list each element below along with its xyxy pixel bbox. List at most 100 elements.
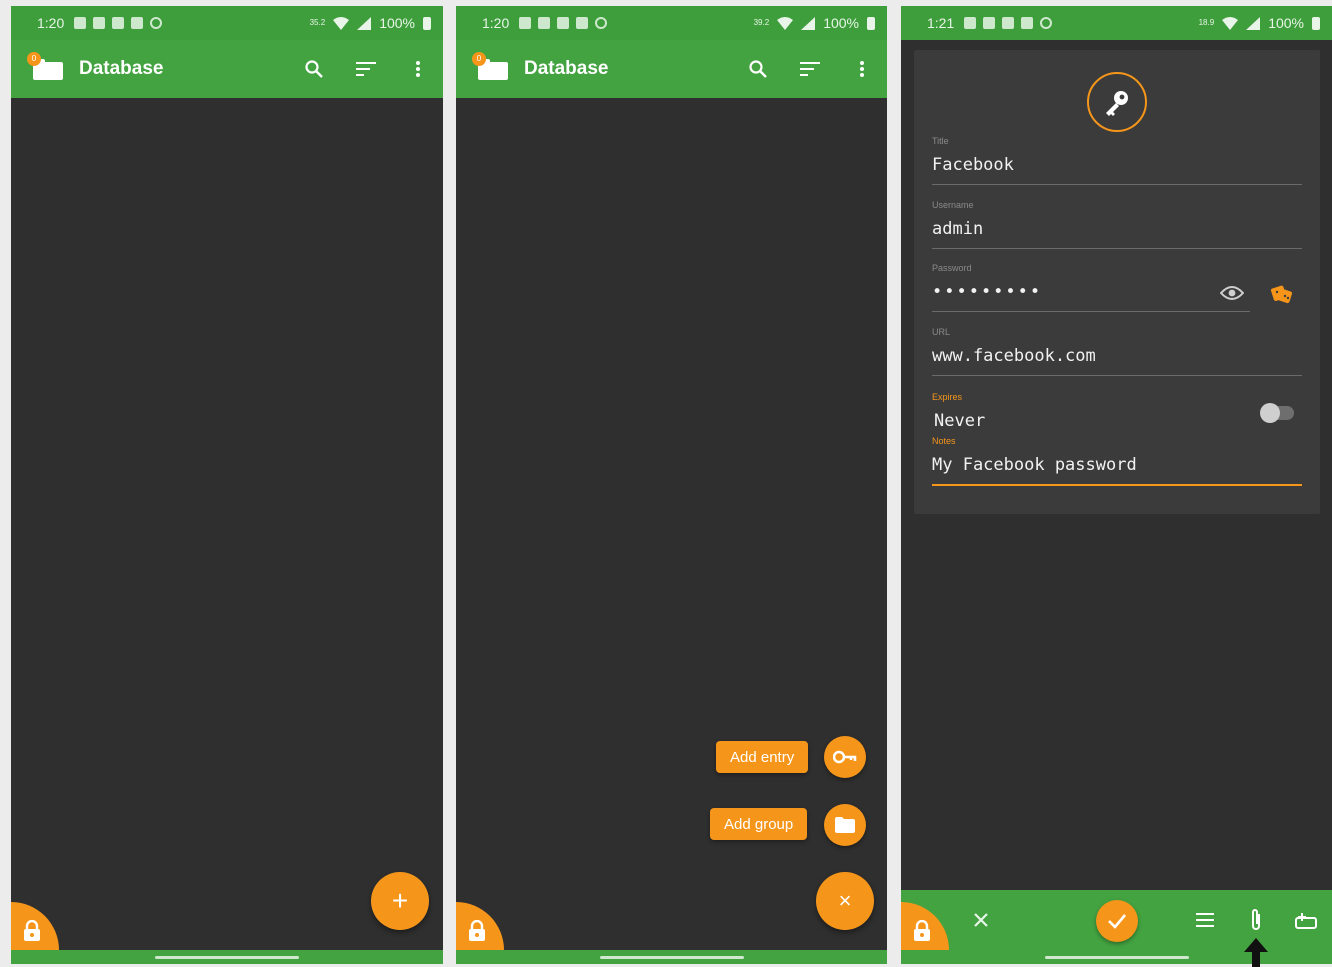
close-icon [974,913,988,927]
battery-percent: 100% [1268,15,1304,31]
signal-icon [1246,16,1261,30]
search-icon[interactable] [303,58,325,80]
generate-password-icon[interactable] [1270,283,1294,310]
image-icon [131,17,144,29]
image-icon [576,17,589,29]
sync-icon [595,17,608,29]
close-icon: × [838,888,852,913]
notification-icon [538,17,551,29]
notification-icons [964,17,1053,29]
page-title: Database [79,58,164,79]
notification-icons [74,17,163,29]
add-field-button[interactable] [1294,908,1318,932]
battery-icon [1312,16,1320,30]
status-time: 1:21 [927,15,955,31]
password-input[interactable]: ••••••••• [932,277,1302,307]
password-label: Password [932,263,972,273]
status-bar: 1:21 18.9 100% [901,6,1332,40]
eye-icon[interactable] [1219,285,1245,306]
notification-icon [964,17,977,29]
add-field-icon [1295,913,1317,929]
username-field[interactable]: Username admin [932,200,1302,249]
search-icon[interactable] [747,58,769,80]
notes-label: Notes [932,436,956,446]
screen-entry-edit: 1:21 18.9 100% Title Facebook Username a [901,6,1332,964]
save-button[interactable] [1096,900,1138,942]
shield-icon [112,17,125,29]
lock-icon [469,920,485,941]
sort-icon[interactable] [799,58,821,80]
notification-icon [74,17,87,29]
gesture-bar [456,950,887,964]
expires-field: Expires Never [932,392,1302,436]
screen-database-add-menu: 1:20 39.2 100% 0 Database Add entry Add … [456,6,887,964]
network-speed: 18.9 [1198,18,1215,27]
network-speed: 39.2 [753,18,770,27]
add-entry-button[interactable]: Add entry [716,741,809,773]
lock-database-button[interactable] [456,902,504,950]
lock-database-button[interactable] [11,902,59,950]
pointer-arrow-icon [1244,938,1268,967]
check-icon [1108,914,1126,929]
url-field[interactable]: URL www.facebook.com [932,327,1302,376]
url-label: URL [932,327,951,337]
title-input[interactable]: Facebook [932,150,1302,180]
sync-icon [150,17,163,29]
folder-icon[interactable]: 0 [27,52,65,82]
close-fab[interactable]: × [816,872,874,930]
add-group-button[interactable]: Add group [710,808,808,840]
username-input[interactable]: admin [932,214,1302,244]
wifi-icon [777,16,794,30]
screen-database-empty: 1:20 35.2 100% 0 Database + [11,6,443,964]
folder-icon[interactable]: 0 [472,52,510,82]
group-count-badge: 0 [472,52,486,66]
expires-toggle[interactable] [1260,403,1294,423]
attachment-icon [1252,909,1260,930]
notes-input[interactable]: My Facebook password [932,450,1302,480]
folder-icon [835,817,855,833]
status-time: 1:20 [482,15,510,31]
app-bar: 0 Database [11,40,443,98]
title-field[interactable]: Title Facebook [932,136,1302,185]
sort-icon[interactable] [355,58,377,80]
username-label: Username [932,200,974,210]
lock-icon [24,920,40,941]
signal-icon [357,16,372,30]
page-title: Database [524,58,609,79]
battery-percent: 100% [823,15,859,31]
gesture-bar [11,950,443,964]
shield-icon [1002,17,1015,29]
group-count-badge: 0 [27,52,41,66]
status-bar: 1:20 35.2 100% [11,6,443,40]
expires-value[interactable]: Never [932,406,1302,436]
url-input[interactable]: www.facebook.com [932,341,1302,371]
image-icon [1021,17,1034,29]
notification-icon [983,17,996,29]
more-vert-icon[interactable] [851,58,873,80]
add-fab[interactable]: + [371,872,429,930]
more-vert-icon[interactable] [407,58,429,80]
notification-icon [519,17,532,29]
expires-label: Expires [932,392,963,402]
menu-button[interactable] [1193,908,1217,932]
signal-icon [801,16,816,30]
notification-icon [93,17,106,29]
battery-icon [867,16,875,30]
menu-icon [1196,913,1214,927]
shield-icon [557,17,570,29]
title-label: Title [932,136,949,146]
add-group-fab[interactable] [824,804,866,846]
attachment-button[interactable] [1244,908,1268,932]
password-field[interactable]: Password ••••••••• [932,263,1302,312]
cancel-button[interactable] [969,908,993,932]
app-bar: 0 Database [456,40,887,98]
plus-icon: + [391,885,409,916]
status-bar: 1:20 39.2 100% [456,6,887,40]
add-entry-fab[interactable] [824,736,866,778]
lock-icon [914,920,930,941]
notes-field[interactable]: Notes My Facebook password [932,436,1302,486]
battery-percent: 100% [379,15,415,31]
entry-icon-picker[interactable] [1087,72,1147,132]
notification-icons [519,17,608,29]
entry-form: Title Facebook Username admin Password •… [914,50,1320,514]
